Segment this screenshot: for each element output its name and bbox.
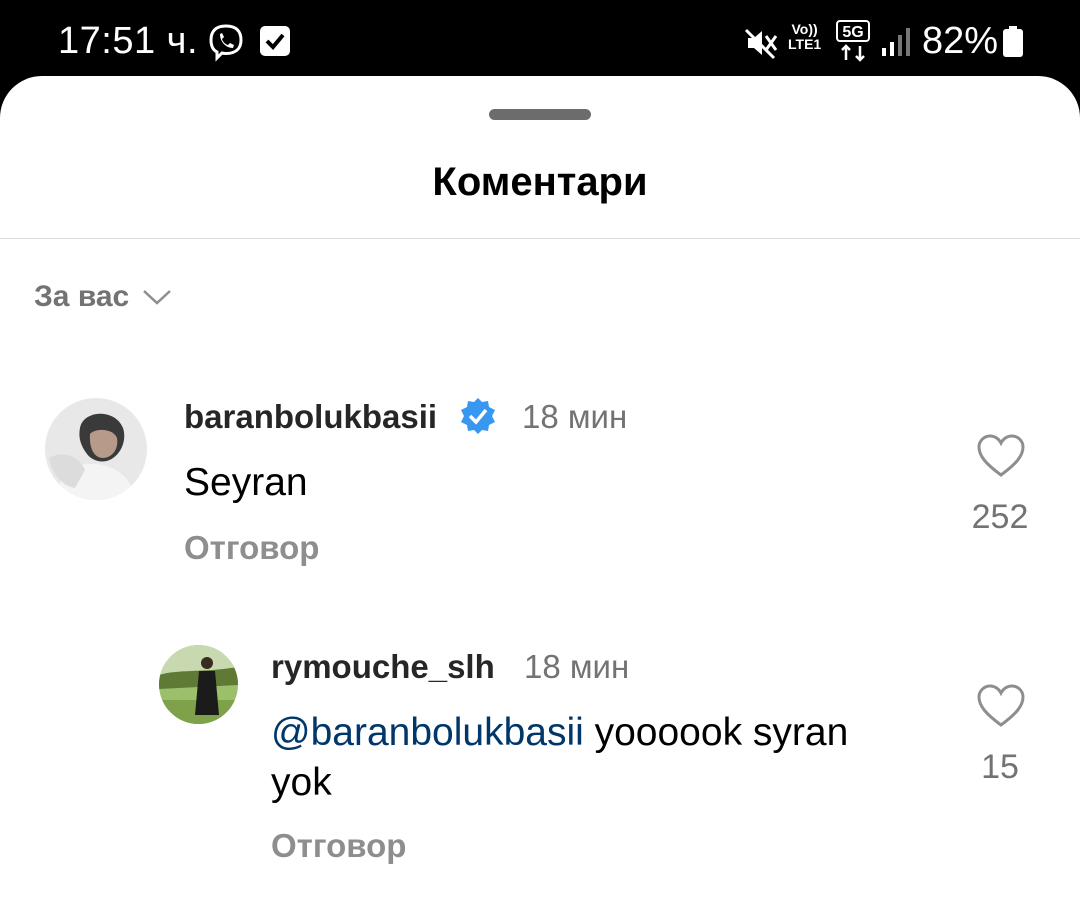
verified-badge-icon <box>461 398 495 434</box>
like-count: 252 <box>971 498 1029 536</box>
battery-percent: 82% <box>922 20 999 62</box>
drag-handle[interactable] <box>489 109 591 120</box>
comments-sheet: Коментари За вас baranbolukbasii 18 мин … <box>0 76 1080 906</box>
viber-icon <box>209 24 243 62</box>
comment-text: Seyran <box>184 461 308 504</box>
status-bar: 17:51 ч. Vo)) LTE1 5G 82% <box>0 0 1080 80</box>
reply-button[interactable]: Отговор <box>184 529 319 567</box>
battery-icon <box>1003 26 1023 57</box>
volte-top-label: Vo)) <box>791 21 818 37</box>
comment-text-line2: yok <box>271 761 332 804</box>
status-time: 17:51 ч. <box>58 20 199 62</box>
avatar[interactable] <box>45 398 147 500</box>
volte-indicator: Vo)) LTE1 <box>788 22 821 52</box>
network-label: 5G <box>842 24 863 41</box>
signal-icon <box>882 28 910 56</box>
avatar[interactable] <box>159 645 238 724</box>
comment-time: 18 мин <box>524 648 630 685</box>
comment-username[interactable]: baranbolukbasii <box>184 398 437 436</box>
divider <box>0 238 1080 239</box>
mention-link[interactable]: @baranbolukbasii <box>271 711 584 754</box>
vibrate-mute-icon <box>744 28 778 60</box>
comment-time: 18 мин <box>522 398 628 435</box>
chevron-down-icon <box>143 290 172 305</box>
check-square-icon <box>260 26 290 56</box>
reply-button[interactable]: Отговор <box>271 827 406 865</box>
like-count: 15 <box>981 748 1019 786</box>
heart-icon[interactable] <box>976 684 1026 728</box>
volte-bottom-label: LTE1 <box>788 36 822 52</box>
comment-text-rest: yoooook syran <box>583 711 849 754</box>
sort-label: За вас <box>34 280 130 313</box>
sort-dropdown[interactable]: За вас <box>34 280 173 314</box>
network-5g-icon: 5G <box>836 20 870 62</box>
comment-username[interactable]: rymouche_slh <box>271 648 495 686</box>
sheet-title: Коментари <box>432 160 648 204</box>
heart-icon[interactable] <box>976 434 1026 478</box>
comment-text: @baranbolukbasii yoooook syran yok <box>271 708 931 808</box>
